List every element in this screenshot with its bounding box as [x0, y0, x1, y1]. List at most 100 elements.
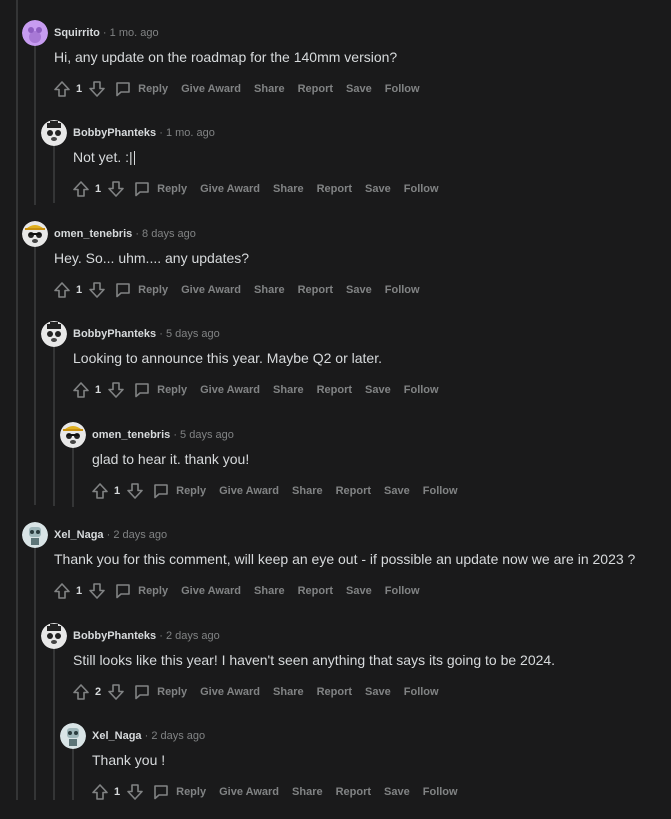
reply-button[interactable]: Reply — [133, 381, 187, 399]
upvote-icon[interactable] — [91, 783, 109, 801]
reply-label: Reply — [138, 585, 169, 597]
vote-count: 1 — [95, 183, 102, 195]
report-button[interactable]: Report — [298, 83, 333, 95]
author-name[interactable]: BobbyPhanteks — [73, 630, 156, 642]
upvote-icon[interactable] — [53, 80, 71, 98]
panda-avatar-icon[interactable] — [41, 120, 67, 146]
follow-button[interactable]: Follow — [385, 83, 420, 95]
upvote-icon[interactable] — [53, 281, 71, 299]
panda-hat-avatar-icon[interactable] — [60, 422, 86, 448]
comment-body: Hey. So... uhm.... any updates? — [54, 250, 250, 266]
share-button[interactable]: Share — [254, 83, 285, 95]
downvote-icon[interactable] — [126, 783, 144, 801]
reply-button[interactable]: Reply — [133, 180, 187, 198]
share-button[interactable]: Share — [292, 485, 323, 497]
comment: Xel_Naga · 2 days ago Thank you for this… — [0, 518, 671, 618]
report-button[interactable]: Report — [298, 585, 333, 597]
follow-button[interactable]: Follow — [404, 384, 439, 396]
follow-button[interactable]: Follow — [385, 284, 420, 296]
reply-button[interactable]: Reply — [152, 482, 206, 500]
comment-meta: omen_tenebris · 5 days ago — [92, 428, 234, 442]
reply-button[interactable]: Reply — [114, 281, 168, 299]
reply-button[interactable]: Reply — [133, 683, 187, 701]
downvote-icon[interactable] — [88, 582, 106, 600]
comment: omen_tenebris · 8 days ago Hey. So... uh… — [0, 217, 671, 317]
report-button[interactable]: Report — [336, 485, 371, 497]
report-button[interactable]: Report — [317, 686, 352, 698]
give-award-button[interactable]: Give Award — [181, 284, 241, 296]
give-award-button[interactable]: Give Award — [181, 83, 241, 95]
report-button[interactable]: Report — [317, 183, 352, 195]
save-button[interactable]: Save — [365, 183, 391, 195]
author-name[interactable]: Xel_Naga — [54, 529, 104, 541]
follow-button[interactable]: Follow — [404, 686, 439, 698]
downvote-icon[interactable] — [88, 281, 106, 299]
timestamp[interactable]: 8 days ago — [142, 228, 196, 240]
downvote-icon[interactable] — [107, 683, 125, 701]
save-button[interactable]: Save — [384, 485, 410, 497]
upvote-icon[interactable] — [72, 180, 90, 198]
panda-hat-avatar-icon[interactable] — [22, 221, 48, 247]
timestamp[interactable]: 2 days ago — [151, 730, 205, 742]
timestamp[interactable]: 5 days ago — [180, 429, 234, 441]
share-button[interactable]: Share — [273, 686, 304, 698]
downvote-icon[interactable] — [126, 482, 144, 500]
author-name[interactable]: BobbyPhanteks — [73, 328, 156, 340]
report-button[interactable]: Report — [336, 786, 371, 798]
follow-button[interactable]: Follow — [423, 485, 458, 497]
share-button[interactable]: Share — [273, 384, 304, 396]
save-button[interactable]: Save — [365, 384, 391, 396]
timestamp[interactable]: 1 mo. ago — [110, 27, 159, 39]
separator: · — [102, 27, 107, 39]
share-button[interactable]: Share — [254, 284, 285, 296]
give-award-button[interactable]: Give Award — [200, 384, 260, 396]
give-award-button[interactable]: Give Award — [219, 786, 279, 798]
save-button[interactable]: Save — [384, 786, 410, 798]
timestamp[interactable]: 2 days ago — [166, 630, 220, 642]
save-button[interactable]: Save — [346, 585, 372, 597]
author-name[interactable]: omen_tenebris — [54, 228, 132, 240]
give-award-button[interactable]: Give Award — [200, 686, 260, 698]
reply-label: Reply — [176, 786, 207, 798]
follow-button[interactable]: Follow — [385, 585, 420, 597]
follow-button[interactable]: Follow — [423, 786, 458, 798]
follow-button[interactable]: Follow — [404, 183, 439, 195]
panda-avatar-icon[interactable] — [41, 623, 67, 649]
share-button[interactable]: Share — [254, 585, 285, 597]
give-award-button[interactable]: Give Award — [219, 485, 279, 497]
comment-body: Still looks like this year! I haven't se… — [73, 652, 556, 668]
upvote-icon[interactable] — [72, 381, 90, 399]
upvote-icon[interactable] — [53, 582, 71, 600]
share-button[interactable]: Share — [273, 183, 304, 195]
downvote-icon[interactable] — [107, 381, 125, 399]
purple-avatar-icon[interactable] — [22, 20, 48, 46]
give-award-button[interactable]: Give Award — [200, 183, 260, 195]
robot-avatar-icon[interactable] — [60, 723, 86, 749]
comment-actions: 1 Reply Give Award Share Report Save Fol… — [91, 480, 471, 502]
upvote-icon[interactable] — [91, 482, 109, 500]
reply-button[interactable]: Reply — [114, 582, 168, 600]
save-button[interactable]: Save — [346, 83, 372, 95]
downvote-icon[interactable] — [107, 180, 125, 198]
reply-label: Reply — [157, 686, 188, 698]
upvote-icon[interactable] — [72, 683, 90, 701]
comment: Xel_Naga · 2 days ago Thank you ! 1 Repl… — [0, 719, 671, 819]
give-award-button[interactable]: Give Award — [181, 585, 241, 597]
reply-button[interactable]: Reply — [114, 80, 168, 98]
timestamp[interactable]: 1 mo. ago — [166, 127, 215, 139]
timestamp[interactable]: 5 days ago — [166, 328, 220, 340]
author-name[interactable]: Xel_Naga — [92, 730, 142, 742]
report-button[interactable]: Report — [317, 384, 352, 396]
panda-avatar-icon[interactable] — [41, 321, 67, 347]
downvote-icon[interactable] — [88, 80, 106, 98]
author-name[interactable]: omen_tenebris — [92, 429, 170, 441]
save-button[interactable]: Save — [346, 284, 372, 296]
save-button[interactable]: Save — [365, 686, 391, 698]
author-name[interactable]: BobbyPhanteks — [73, 127, 156, 139]
timestamp[interactable]: 2 days ago — [113, 529, 167, 541]
author-name[interactable]: Squirrito — [54, 27, 100, 39]
robot-avatar-icon[interactable] — [22, 522, 48, 548]
reply-button[interactable]: Reply — [152, 783, 206, 801]
report-button[interactable]: Report — [298, 284, 333, 296]
share-button[interactable]: Share — [292, 786, 323, 798]
